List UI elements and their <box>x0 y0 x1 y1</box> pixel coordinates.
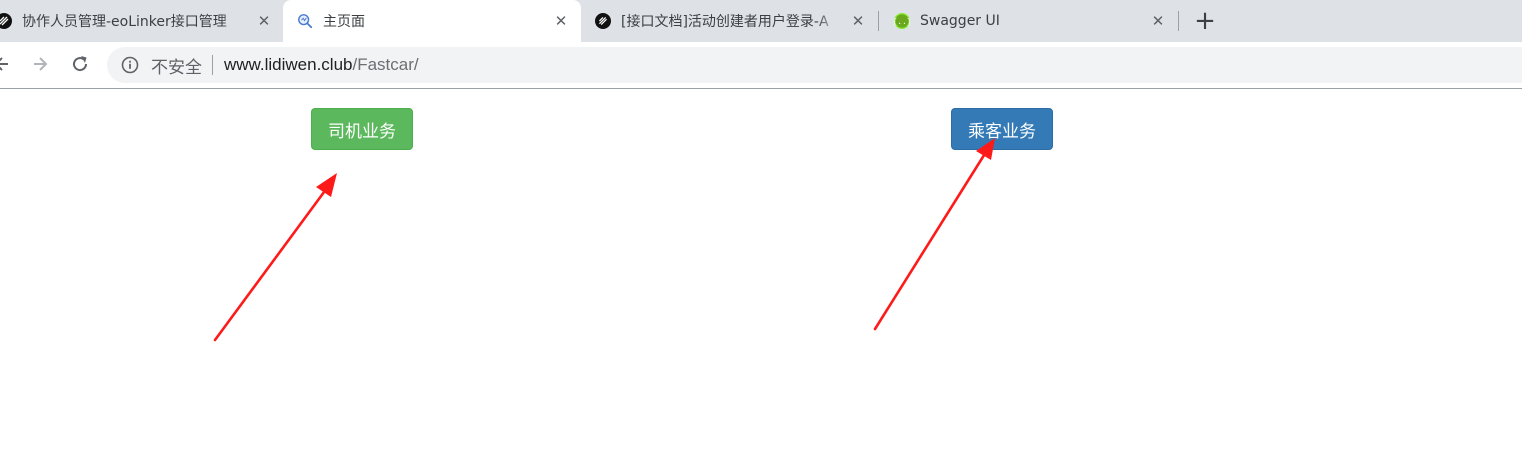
security-status-label[interactable]: 不安全 <box>151 53 202 78</box>
tab-title: Swagger UI <box>920 13 1000 29</box>
tab-divider <box>878 11 879 31</box>
url-host: www.lidiwen.club <box>224 55 353 74</box>
browser-toolbar: 不安全 www.lidiwen.club/Fastcar/ <box>0 42 1522 89</box>
forward-button[interactable] <box>26 50 54 78</box>
close-icon[interactable]: ✕ <box>1150 13 1166 29</box>
info-icon[interactable] <box>121 56 139 74</box>
annotation-overlay <box>213 138 995 342</box>
back-arrow-icon <box>0 57 8 71</box>
back-button[interactable] <box>0 50 16 78</box>
close-icon[interactable]: ✕ <box>850 13 866 29</box>
tab-title: 主页面 <box>323 14 365 30</box>
page-content: 司机业务 乘客业务 <box>0 89 1522 467</box>
driver-business-button[interactable]: 司机业务 <box>311 108 413 150</box>
eolinker-icon <box>595 13 611 29</box>
close-icon[interactable]: ✕ <box>553 13 569 29</box>
omnibox-divider <box>212 55 213 75</box>
url-text[interactable]: www.lidiwen.club/Fastcar/ <box>224 55 419 75</box>
svg-text:{..}: {..} <box>894 17 910 26</box>
tab-strip: 协作人员管理-eoLinker接口管理 ✕ 主页面 ✕ [接口文档]活动创建者用… <box>0 0 1522 42</box>
tab-eolinker-collaborators[interactable]: 协作人员管理-eoLinker接口管理 ✕ <box>0 0 278 42</box>
tab-title: 协作人员管理-eoLinker接口管理 <box>22 14 227 30</box>
search-page-icon <box>297 13 313 29</box>
address-bar[interactable]: 不安全 www.lidiwen.club/Fastcar/ <box>107 47 1522 83</box>
new-tab-button[interactable]: + <box>1191 7 1219 35</box>
reload-icon <box>73 56 88 72</box>
tab-swagger-ui[interactable]: {..} Swagger UI ✕ <box>884 0 1172 42</box>
passenger-business-button[interactable]: 乘客业务 <box>951 108 1053 150</box>
close-icon[interactable]: ✕ <box>256 13 272 29</box>
forward-arrow-icon <box>34 57 48 71</box>
tab-home-page[interactable]: 主页面 ✕ <box>283 0 581 42</box>
annotation-arrow-passenger <box>873 138 995 331</box>
eolinker-icon <box>0 13 12 29</box>
swagger-icon: {..} <box>894 13 910 29</box>
annotation-arrow-driver <box>213 173 337 342</box>
url-path: /Fastcar/ <box>352 55 419 74</box>
browser-window: 协作人员管理-eoLinker接口管理 ✕ 主页面 ✕ [接口文档]活动创建者用… <box>0 0 1522 467</box>
tab-title: [接口文档]活动创建者用户登录-A <box>621 14 829 30</box>
reload-button[interactable] <box>66 50 94 78</box>
tab-api-doc-login[interactable]: [接口文档]活动创建者用户登录-A ✕ <box>586 0 872 42</box>
tab-divider <box>1178 11 1179 31</box>
